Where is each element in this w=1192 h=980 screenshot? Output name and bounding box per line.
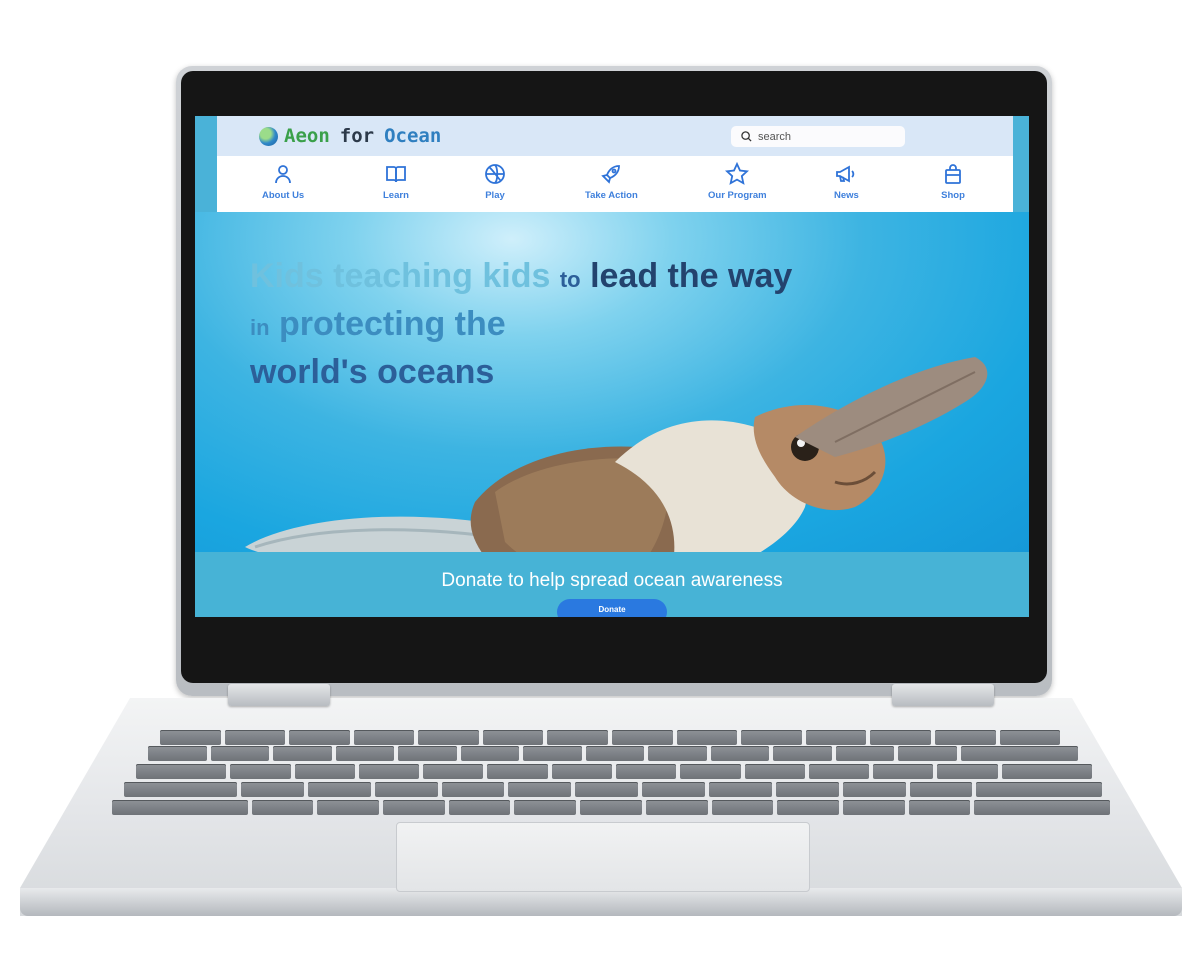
nav-label-take-action: Take Action: [585, 190, 638, 201]
globe-logo-icon: [259, 126, 278, 146]
keyboard-row-2: [148, 746, 1078, 761]
nav-label-about-us: About Us: [262, 190, 305, 201]
nav-label-learn: Learn: [383, 190, 409, 201]
hero-headline: Kids teaching kids to lead the way in pr…: [250, 254, 792, 394]
search-icon: [741, 131, 752, 142]
donate-message: Donate to help spread ocean awareness: [441, 570, 783, 591]
search-input[interactable]: search: [731, 126, 905, 147]
keyboard-row-3: [136, 764, 1092, 779]
nav-label-our-program: Our Program: [708, 190, 767, 201]
trackpad[interactable]: [396, 822, 810, 892]
hinge-right: [892, 684, 994, 706]
keyboard: [110, 726, 1110, 824]
star-icon: [725, 162, 750, 185]
logo-ocean-text: Ocean: [384, 125, 442, 147]
donate-section: Donate to help spread ocean awareness Do…: [195, 552, 1029, 617]
site-logo[interactable]: Aeon for Ocean: [259, 125, 441, 147]
person-icon: [275, 165, 292, 184]
headline-protecting-the: protecting the: [279, 305, 506, 343]
megaphone-icon: [836, 165, 855, 183]
nav-item-our-program[interactable]: Our Program: [708, 162, 767, 201]
nav-label-news: News: [834, 190, 859, 201]
logo-aeon-text: Aeon: [284, 125, 330, 147]
headline-in: in: [250, 315, 270, 340]
nav-item-about-us[interactable]: About Us: [262, 162, 304, 201]
logo-wordmark: Aeon for Ocean: [284, 125, 441, 147]
nav-item-news[interactable]: News: [834, 162, 859, 201]
nav-item-learn[interactable]: Learn: [383, 162, 409, 201]
nav-label-play: Play: [485, 190, 505, 201]
main-nav: About Us Learn Play Take Action Our Prog…: [217, 156, 1013, 214]
browser-viewport: Aeon for Ocean search About Us Learn Pla…: [195, 116, 1029, 617]
bag-icon: [945, 164, 961, 184]
nav-item-shop[interactable]: Shop: [941, 162, 965, 201]
logo-for-text: for: [339, 125, 375, 147]
laptop-deck-edge: [20, 888, 1182, 916]
keyboard-row-4: [124, 782, 1103, 797]
donate-button[interactable]: Donate: [557, 599, 667, 617]
search-placeholder: search: [758, 130, 792, 143]
hinge-left: [228, 684, 330, 706]
nav-item-play[interactable]: Play: [483, 162, 507, 201]
headline-kids-teaching-kids: Kids teaching kids: [250, 257, 551, 295]
rocket-icon: [601, 165, 621, 184]
headline-lead-the-way: lead the way: [590, 257, 793, 295]
book-icon: [386, 166, 406, 183]
ball-icon: [485, 164, 505, 184]
keyboard-row-5: [112, 800, 1110, 815]
headline-worlds-oceans: world's oceans: [250, 353, 495, 391]
headline-to: to: [559, 267, 581, 292]
nav-item-take-action[interactable]: Take Action: [585, 162, 638, 201]
hero-banner: Kids teaching kids to lead the way in pr…: [195, 212, 1029, 617]
keyboard-row-1: [160, 730, 1061, 745]
nav-label-shop: Shop: [941, 190, 965, 201]
site-header: Aeon for Ocean search: [217, 116, 1013, 156]
